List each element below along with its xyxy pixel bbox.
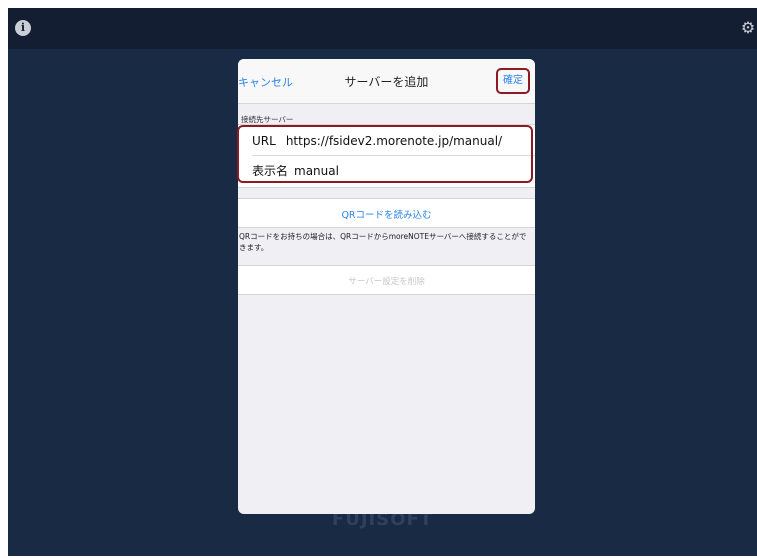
url-field[interactable]: https://fsidev2.morenote.jp/manual/ (286, 134, 502, 148)
url-row: URL https://fsidev2.morenote.jp/manual/ (252, 126, 527, 156)
cancel-button[interactable]: キャンセル (238, 74, 293, 90)
qr-note: QRコードをお持ちの場合は、QRコードからmoreNOTEサーバーへ接続すること… (239, 232, 527, 252)
display-name-field[interactable]: manual (294, 164, 339, 178)
display-name-label: 表示名 (252, 164, 289, 178)
name-row: 表示名 manual (252, 156, 527, 186)
server-fields: URL https://fsidev2.morenote.jp/manual/ 表… (238, 124, 535, 188)
delete-server-button[interactable]: サーバー設定を削除 (238, 275, 535, 287)
info-icon[interactable]: i (15, 20, 31, 36)
gear-icon[interactable]: ⚙ (739, 19, 757, 37)
add-server-dialog: キャンセル サーバーを追加 確定 接続先サーバー URL https://fsid… (238, 59, 535, 514)
top-bar: i ⚙ (8, 8, 757, 49)
confirm-button[interactable]: 確定 (496, 68, 530, 94)
dialog-nav-bar: キャンセル サーバーを追加 確定 (238, 59, 535, 104)
delete-cell: サーバー設定を削除 (238, 265, 535, 295)
url-label: URL (252, 134, 276, 148)
qr-cell: QRコードを読み込む (238, 198, 535, 228)
qr-read-button[interactable]: QRコードを読み込む (238, 207, 535, 221)
